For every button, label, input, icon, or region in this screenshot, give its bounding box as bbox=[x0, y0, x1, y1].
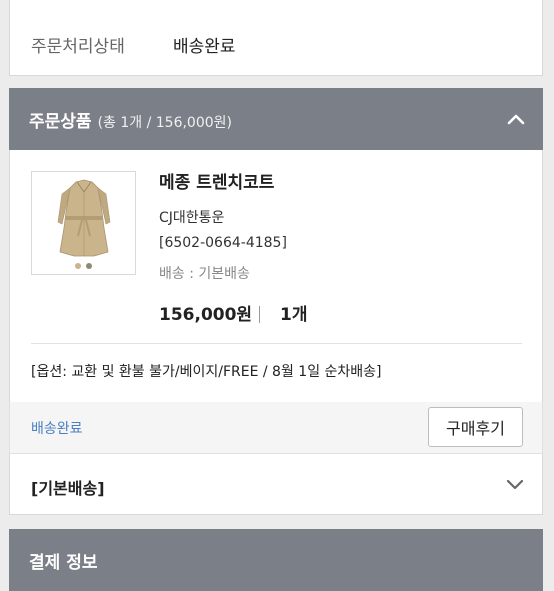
product-card: 메종 트렌치코트 CJ대한통운 [6502-0664-4185] 배송 : 기본… bbox=[9, 150, 543, 402]
order-status-card: 주문처리상태 배송완료 bbox=[9, 0, 543, 76]
trench-coat-image bbox=[57, 179, 111, 269]
product-name[interactable]: 메종 트렌치코트 bbox=[159, 168, 274, 193]
order-products-title-text: 주문상품 bbox=[29, 112, 92, 132]
order-products-title: 주문상품 (총 1개 / 156,000원) bbox=[29, 107, 232, 132]
chevron-down-icon[interactable] bbox=[506, 478, 524, 492]
product-thumbnail[interactable] bbox=[31, 171, 136, 275]
product-option: [옵션: 교환 및 환불 불가/베이지/FREE / 8월 1일 순차배송] bbox=[31, 364, 382, 380]
chevron-up-icon[interactable] bbox=[507, 110, 525, 128]
write-review-button[interactable]: 구매후기 bbox=[428, 407, 523, 447]
carrier-name: CJ대한통운 bbox=[159, 210, 225, 226]
shipping-group-label: [기본배송] bbox=[31, 479, 105, 498]
order-status-label: 주문처리상태 bbox=[31, 37, 125, 57]
shipping-method: 배송 : 기본배송 bbox=[159, 266, 250, 282]
delivery-status: 배송완료 bbox=[31, 421, 83, 437]
product-price: 156,000원 bbox=[159, 305, 253, 325]
order-status-value: 배송완료 bbox=[173, 37, 236, 57]
payment-info-header[interactable]: 결제 정보 bbox=[9, 529, 543, 591]
tracking-number[interactable]: [6502-0664-4185] bbox=[159, 235, 287, 251]
product-quantity: 1개 bbox=[280, 305, 308, 325]
payment-info-title: 결제 정보 bbox=[29, 553, 98, 573]
delivery-status-row: 배송완료 구매후기 bbox=[9, 402, 543, 454]
order-products-header[interactable]: 주문상품 (총 1개 / 156,000원) bbox=[9, 88, 543, 150]
price-quantity-divider bbox=[259, 306, 260, 323]
order-products-summary: (총 1개 / 156,000원) bbox=[97, 115, 232, 131]
shipping-group-row[interactable]: [기본배송] bbox=[9, 454, 543, 515]
section-divider bbox=[31, 343, 522, 344]
